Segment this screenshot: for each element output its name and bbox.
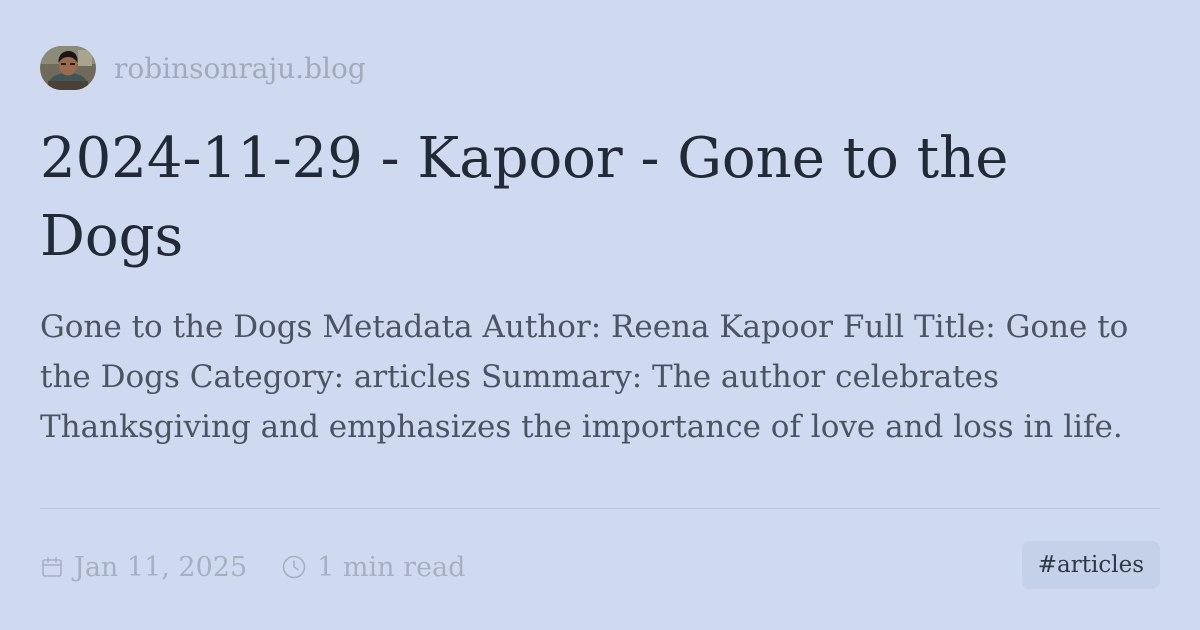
tag-articles[interactable]: #articles (1021, 541, 1160, 589)
post-date-text: Jan 11, 2025 (74, 551, 248, 583)
calendar-icon (42, 557, 62, 577)
post-read-time: 1 min read (281, 552, 465, 583)
clock-icon (282, 555, 306, 579)
post-summary: Gone to the Dogs Metadata Author: Reena … (40, 309, 1129, 445)
author-avatar[interactable] (40, 46, 96, 90)
author-avatar-image (40, 46, 96, 90)
post-read-time-text: 1 min read (317, 551, 466, 583)
site-header: robinsonraju.blog (40, 46, 366, 90)
post-title[interactable]: 2024-11-29 - Kapoor - Gone to the Dogs (40, 120, 1150, 276)
post-meta: Jan 11, 2025 1 min read (40, 546, 465, 588)
divider (40, 508, 1160, 509)
site-name[interactable]: robinsonraju.blog (114, 52, 366, 85)
post-date: Jan 11, 2025 (40, 552, 247, 583)
